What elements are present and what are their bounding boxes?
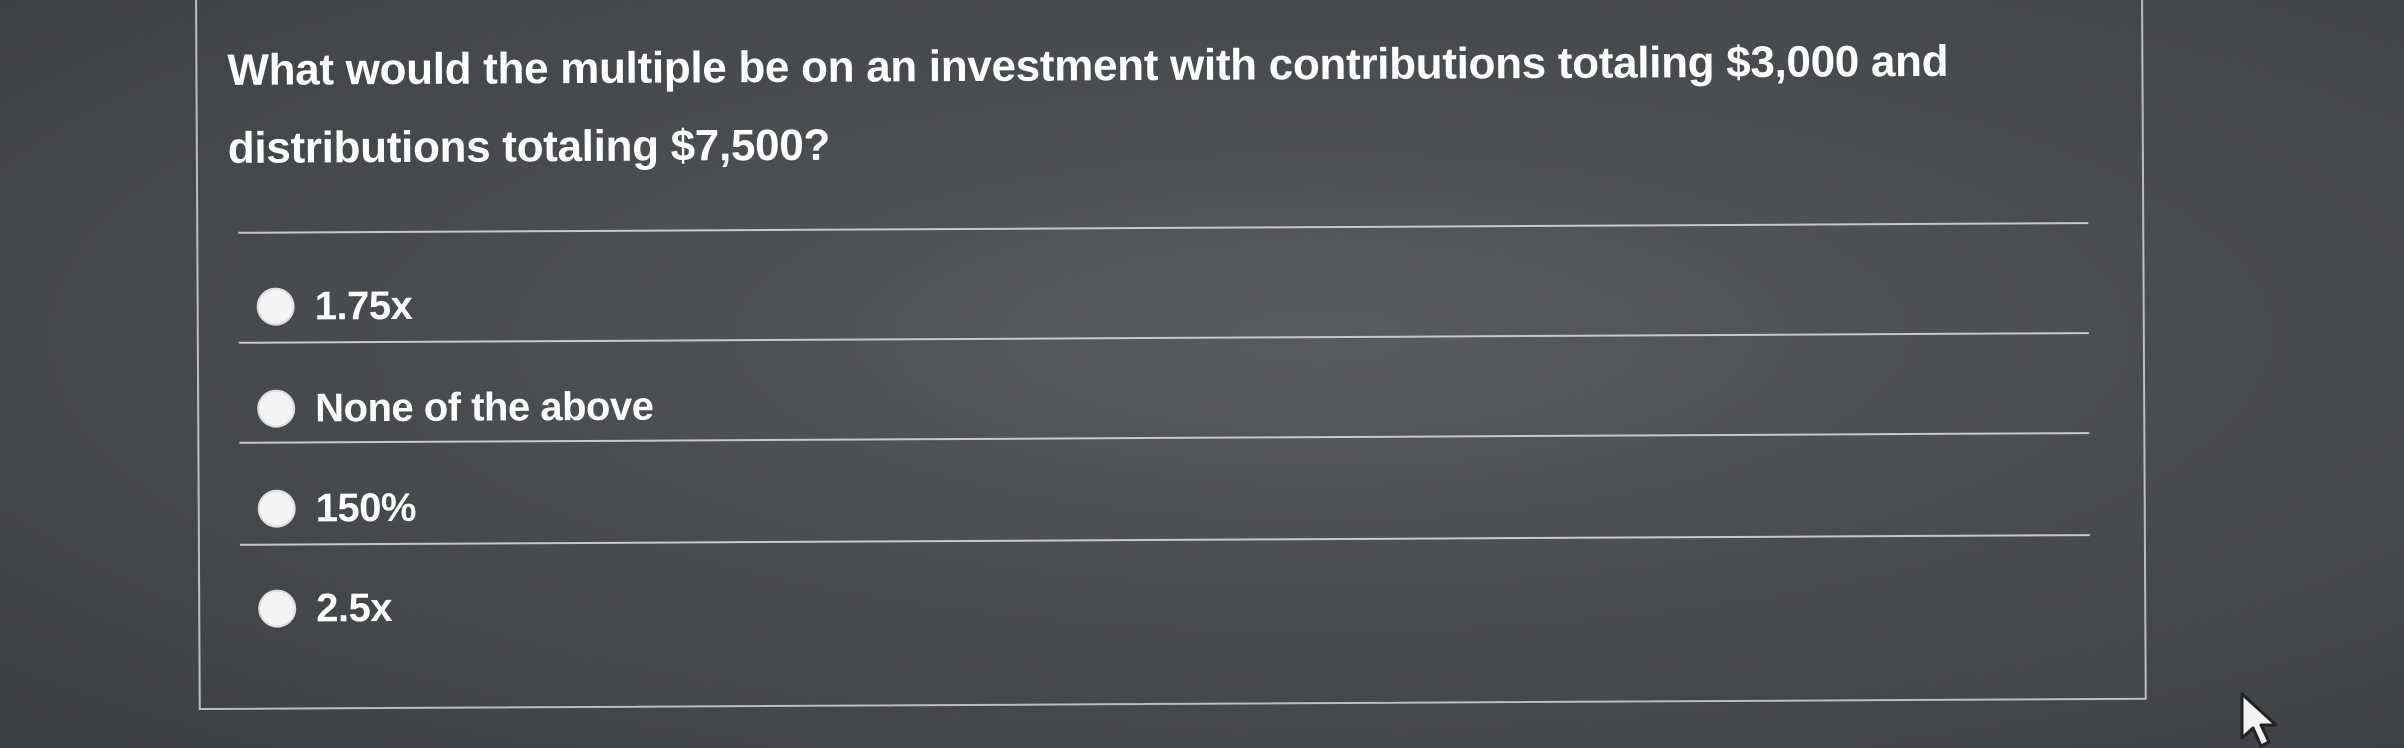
- option-divider: [239, 534, 2090, 546]
- question-line-2: distributions totaling $7,500?: [227, 120, 831, 173]
- option-divider: [238, 332, 2089, 344]
- option-none-of-the-above[interactable]: None of the above: [257, 382, 654, 434]
- question-line-1: What would the multiple be on an investm…: [227, 36, 1949, 95]
- option-label: 1.75x: [314, 283, 413, 328]
- option-1-75x[interactable]: 1.75x: [256, 281, 413, 332]
- option-2-5x[interactable]: 2.5x: [258, 583, 392, 634]
- radio-button[interactable]: [257, 489, 296, 528]
- radio-button[interactable]: [257, 389, 296, 428]
- radio-button[interactable]: [256, 287, 295, 326]
- question-prompt: What would the multiple be on an investm…: [227, 22, 2128, 188]
- option-divider: [238, 222, 2089, 234]
- option-divider: [239, 432, 2090, 444]
- question-card: What would the multiple be on an investm…: [195, 0, 2147, 710]
- option-150-percent[interactable]: 150%: [257, 483, 417, 534]
- option-label: None of the above: [315, 384, 654, 430]
- mouse-pointer-icon: [2240, 692, 2278, 748]
- radio-button[interactable]: [258, 589, 297, 628]
- option-label: 2.5x: [316, 585, 393, 630]
- option-label: 150%: [315, 485, 417, 530]
